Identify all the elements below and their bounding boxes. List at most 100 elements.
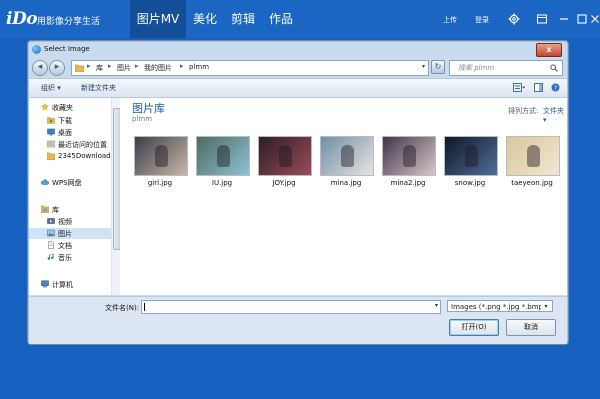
- filetype-dropdown-icon: ▾: [541, 301, 551, 311]
- address-bar[interactable]: ▸ 库 ▸ 图片 ▸ 我的图片 ▸ plmm ▾: [71, 60, 429, 76]
- desktop-icon: [47, 128, 55, 136]
- photo-subject: [341, 145, 354, 167]
- close-icon[interactable]: [590, 13, 600, 25]
- file-name-label[interactable]: mina.jpg: [311, 179, 381, 187]
- sidebar-scrollbar[interactable]: [111, 98, 121, 295]
- breadcrumb-separator: ▸: [87, 62, 91, 70]
- sidebar-item-music[interactable]: 音乐: [29, 252, 111, 263]
- breadcrumb-pictures[interactable]: 图片: [117, 63, 131, 73]
- nav-beautify[interactable]: 美化: [188, 0, 222, 38]
- sidebar-item-pictures[interactable]: 图片: [29, 228, 111, 239]
- window-icon[interactable]: [536, 13, 548, 25]
- photo-subject: [403, 145, 416, 167]
- file-name-label[interactable]: snow.jpg: [435, 179, 505, 187]
- file-name-label[interactable]: mina2.jpg: [373, 179, 443, 187]
- nav-picture-mv[interactable]: 图片MV: [130, 0, 186, 38]
- sidebar-label: 收藏夹: [52, 104, 73, 112]
- arrange-by-dropdown[interactable]: 文件夹 ▾: [543, 106, 567, 124]
- login-button[interactable]: 登录: [475, 15, 489, 25]
- sidebar-label: 2345Downloads: [58, 152, 115, 160]
- sidebar-item-desktop[interactable]: 桌面: [29, 127, 111, 138]
- photo-subject: [527, 145, 540, 167]
- library-title: 图片库: [132, 102, 165, 115]
- file-thumbnail[interactable]: [506, 136, 560, 176]
- sidebar-computer[interactable]: 计算机: [29, 279, 111, 290]
- sidebar-label: 库: [52, 206, 59, 214]
- sidebar-label: 最近访问的位置: [58, 141, 107, 149]
- minimize-icon[interactable]: [558, 13, 570, 25]
- text-caret: [144, 303, 145, 311]
- preview-pane-icon[interactable]: [534, 83, 543, 92]
- file-thumbnail[interactable]: [134, 136, 188, 176]
- refresh-icon: ↻: [434, 62, 442, 71]
- photo-subject: [155, 145, 168, 167]
- dialog-app-icon: [32, 45, 41, 54]
- sidebar-item-videos[interactable]: 视频: [29, 216, 111, 227]
- forward-button[interactable]: ▸: [49, 60, 65, 76]
- star-icon: [41, 103, 49, 111]
- library-subtitle: plmm: [132, 115, 153, 123]
- address-dropdown-icon[interactable]: ▾: [422, 63, 425, 70]
- search-icon[interactable]: [550, 64, 558, 72]
- sidebar-item-2345downloads[interactable]: 2345Downloads: [29, 151, 115, 162]
- open-button[interactable]: 打开(O): [449, 319, 499, 336]
- file-thumbnail[interactable]: [382, 136, 436, 176]
- sidebar-label: 桌面: [58, 129, 72, 137]
- breadcrumb-separator: ▸: [135, 62, 139, 70]
- filetype-select[interactable]: Images (*.png *.jpg *.bmp *. ▾: [447, 300, 553, 312]
- dialog-title: Select Image: [44, 45, 90, 53]
- organize-menu[interactable]: 组织 ▾: [41, 83, 61, 93]
- file-thumbnail[interactable]: [258, 136, 312, 176]
- sidebar-label: 下载: [58, 117, 72, 125]
- search-box[interactable]: 搜索 plmm: [449, 60, 563, 76]
- breadcrumb-library[interactable]: 库: [96, 63, 103, 73]
- video-icon: [47, 218, 55, 224]
- upload-button[interactable]: 上传: [443, 15, 457, 25]
- select-image-dialog: Select Image x ◂ ▸ ▸ 库 ▸ 图片 ▸ 我的图片 ▸ plm…: [27, 40, 569, 345]
- photo-subject: [217, 145, 230, 167]
- gear-icon[interactable]: [508, 13, 520, 25]
- sidebar-label: 计算机: [52, 281, 73, 289]
- breadcrumb-my-pictures[interactable]: 我的图片: [144, 63, 172, 73]
- sidebar-label: 文档: [58, 242, 72, 250]
- cancel-button[interactable]: 取消: [506, 319, 556, 336]
- breadcrumb-plmm[interactable]: plmm: [189, 63, 209, 71]
- file-view: 图片库 plmm 排列方式: 文件夹 ▾ girl.jpg IU.jpg JOY.j…: [120, 98, 567, 295]
- search-input[interactable]: 搜索 plmm: [458, 63, 494, 73]
- cloud-icon: [41, 179, 49, 185]
- refresh-button[interactable]: ↻: [431, 60, 445, 74]
- dialog-close-button[interactable]: x: [536, 43, 562, 57]
- sidebar-label: 图片: [58, 230, 72, 238]
- app-logo: iDo: [6, 9, 38, 29]
- maximize-icon[interactable]: [576, 13, 588, 25]
- file-thumbnail[interactable]: [444, 136, 498, 176]
- filename-input[interactable]: ▾: [141, 300, 441, 314]
- sidebar-favorites[interactable]: 收藏夹: [29, 102, 111, 113]
- file-name-label[interactable]: IU.jpg: [187, 179, 257, 187]
- file-name-label[interactable]: girl.jpg: [125, 179, 195, 187]
- sidebar-libraries[interactable]: 库: [29, 204, 111, 215]
- sidebar-item-recent[interactable]: 最近访问的位置: [29, 139, 111, 150]
- file-name-label[interactable]: JOY.jpg: [249, 179, 319, 187]
- back-arrow-icon: ◂: [37, 62, 43, 72]
- file-thumbnail[interactable]: [320, 136, 374, 176]
- sidebar-item-documents[interactable]: 文档: [29, 240, 111, 251]
- sidebar-wps-cloud[interactable]: WPS网盘: [29, 177, 111, 188]
- music-icon: [47, 253, 54, 260]
- app-slogan: 用影像分享生活: [37, 17, 101, 27]
- file-name-label[interactable]: taeyeon.jpg: [497, 179, 567, 187]
- back-button[interactable]: ◂: [32, 60, 48, 76]
- dialog-footer: 文件名(N): ▾ Images (*.png *.jpg *.bmp *. ▾…: [29, 296, 567, 344]
- view-options-icon[interactable]: [513, 83, 525, 92]
- sidebar-item-downloads[interactable]: 下载: [29, 115, 111, 126]
- app-header: iDo 用影像分享生活 图片MV 美化 剪辑 作品 上传 登录: [0, 0, 600, 38]
- navigation-row: ◂ ▸ ▸ 库 ▸ 图片 ▸ 我的图片 ▸ plmm ▾ ↻ 搜索 plmm: [32, 59, 563, 77]
- file-thumbnail[interactable]: [196, 136, 250, 176]
- nav-works[interactable]: 作品: [264, 0, 298, 38]
- navigation-pane: 收藏夹 下载 桌面 最近访问的位置 2345Downloads WPS网盘 库: [29, 98, 121, 295]
- filetype-value: Images (*.png *.jpg *.bmp *.: [451, 303, 551, 311]
- new-folder-button[interactable]: 新建文件夹: [81, 83, 116, 93]
- help-icon[interactable]: ?: [551, 83, 560, 92]
- filename-dropdown-icon[interactable]: ▾: [435, 302, 438, 309]
- nav-edit[interactable]: 剪辑: [226, 0, 260, 38]
